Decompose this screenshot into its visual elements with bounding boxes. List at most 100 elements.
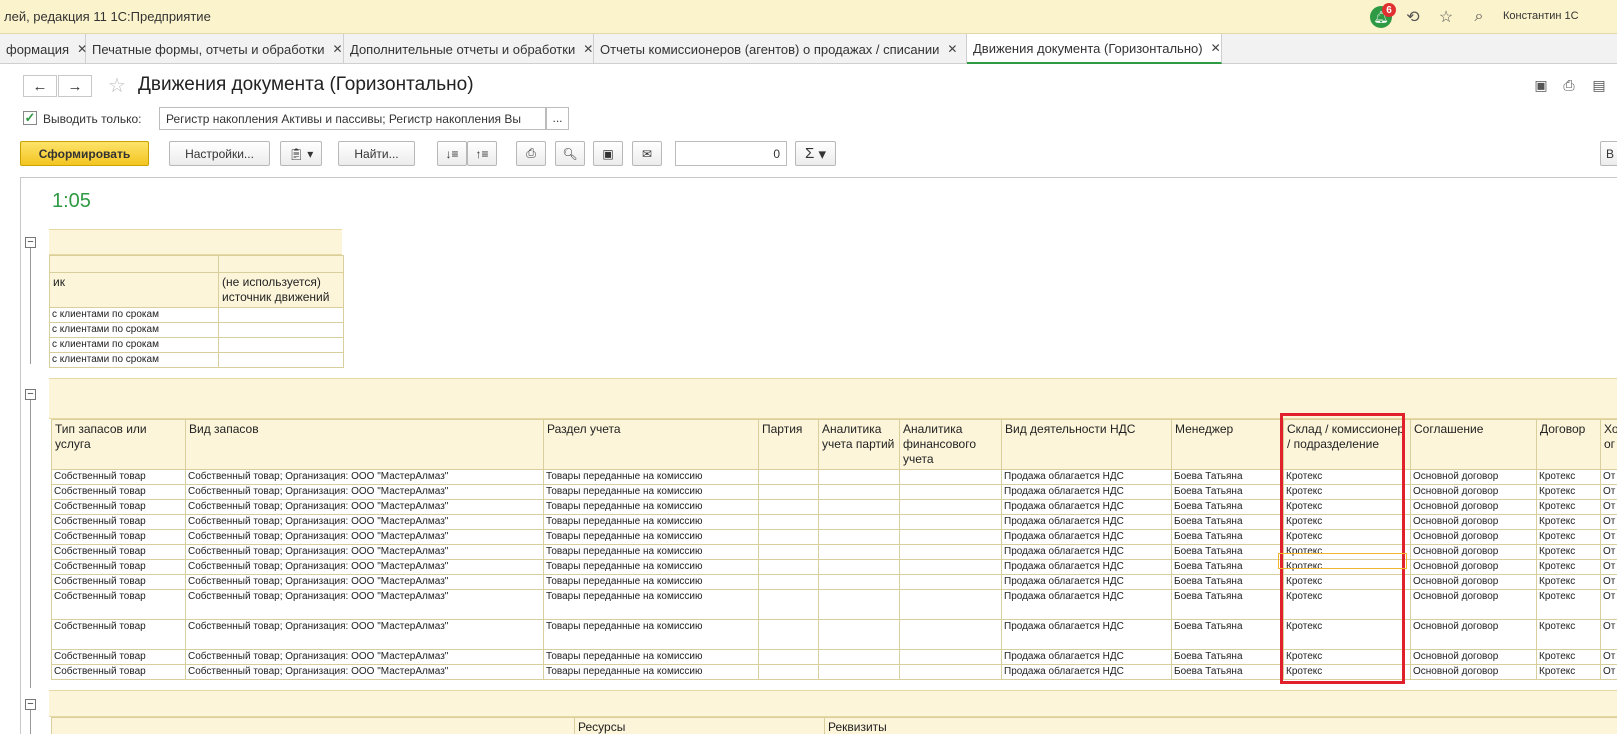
table-cell[interactable]: Товары переданные на комиссию [543, 589, 759, 620]
user-name[interactable]: Константин 1С [1503, 10, 1579, 22]
preview-icon[interactable]: 🔍︎ [555, 141, 585, 166]
collapse-group-icon[interactable]: − [25, 389, 36, 400]
table-cell[interactable]: Боева Татьяна [1171, 514, 1284, 530]
sum-field[interactable]: 0 [675, 141, 787, 166]
search-icon[interactable]: ⌕ [1469, 7, 1489, 27]
history-icon[interactable]: ⟲ [1403, 7, 1423, 27]
table-cell[interactable] [818, 559, 900, 575]
table-cell[interactable] [899, 514, 1002, 530]
registers-filter-more-button[interactable]: ... [546, 107, 569, 130]
sum-dropdown-button[interactable]: Σ ▾ [795, 141, 836, 166]
table-cell[interactable]: Боева Татьяна [1171, 559, 1284, 575]
collapse-group-icon[interactable]: − [25, 237, 36, 248]
more-icon[interactable]: ▤ [1590, 76, 1608, 94]
tab-document-movements[interactable]: Движения документа (Горизонтально) ✕ [967, 34, 1222, 64]
print-icon[interactable]: ⎙ [516, 141, 546, 166]
table-cell[interactable] [818, 484, 900, 500]
table-cell[interactable] [899, 664, 1002, 680]
table-cell[interactable]: От [1600, 484, 1617, 500]
table-cell[interactable]: Боева Татьяна [1171, 499, 1284, 515]
table-cell[interactable] [818, 574, 900, 590]
table-cell[interactable] [758, 574, 819, 590]
table-cell[interactable] [818, 544, 900, 560]
close-icon[interactable]: ✕ [333, 42, 343, 56]
table-cell[interactable]: Продажа облагается НДС [1001, 574, 1172, 590]
table-cell[interactable]: Товары переданные на комиссию [543, 544, 759, 560]
table-cell[interactable]: Собственный товар [51, 529, 186, 545]
table-cell[interactable] [899, 544, 1002, 560]
variant-dropdown-button[interactable]: 📋︎ ▾ [280, 141, 322, 166]
more-actions-button[interactable]: В [1600, 141, 1617, 166]
table-cell[interactable]: Собственный товар; Организация: ООО "Мас… [185, 559, 544, 575]
collapse-group-icon[interactable]: − [25, 699, 36, 710]
table-cell[interactable]: Собственный товар; Организация: ООО "Мас… [185, 484, 544, 500]
table-cell[interactable]: Товары переданные на комиссию [543, 529, 759, 545]
email-icon[interactable]: ✉ [632, 141, 662, 166]
favorite-star-icon[interactable]: ☆ [108, 73, 126, 98]
tab-additional-reports[interactable]: Дополнительные отчеты и обработки ✕ [344, 34, 594, 64]
table-cell[interactable]: Кротекс [1536, 649, 1601, 665]
table-cell[interactable]: Собственный товар; Организация: ООО "Мас… [185, 499, 544, 515]
table-cell[interactable] [818, 469, 900, 485]
table-cell[interactable]: Собственный товар; Организация: ООО "Мас… [185, 514, 544, 530]
table-cell[interactable]: Кротекс [1536, 514, 1601, 530]
table-cell[interactable]: Собственный товар [51, 619, 186, 650]
table-cell[interactable]: Товары переданные на комиссию [543, 619, 759, 650]
print-icon[interactable]: ⎙ [1560, 76, 1578, 94]
table-cell[interactable]: Кротекс [1536, 469, 1601, 485]
table-cell[interactable]: Собственный товар; Организация: ООО "Мас… [185, 649, 544, 665]
table-cell[interactable]: Продажа облагается НДС [1001, 559, 1172, 575]
table-cell[interactable]: Основной договор [1410, 499, 1537, 515]
table-cell[interactable] [899, 499, 1002, 515]
table-cell[interactable] [758, 484, 819, 500]
close-icon[interactable]: ✕ [583, 42, 593, 56]
table-cell[interactable]: Собственный товар; Организация: ООО "Мас… [185, 589, 544, 620]
table-cell[interactable]: Кротекс [1536, 559, 1601, 575]
table-cell[interactable]: Кротекс [1536, 574, 1601, 590]
table-cell[interactable]: Собственный товар; Организация: ООО "Мас… [185, 529, 544, 545]
table-cell[interactable]: От [1600, 574, 1617, 590]
table-cell[interactable]: Кротекс [1536, 544, 1601, 560]
table-cell[interactable]: От [1600, 544, 1617, 560]
selected-cell[interactable] [1278, 553, 1407, 569]
table-cell[interactable]: Боева Татьяна [1171, 484, 1284, 500]
tab-commissioner-reports[interactable]: Отчеты комиссионеров (агентов) о продажа… [594, 34, 967, 64]
table-cell[interactable] [758, 649, 819, 665]
table-cell[interactable] [899, 469, 1002, 485]
table-cell[interactable] [818, 499, 900, 515]
table-cell[interactable]: Продажа облагается НДС [1001, 529, 1172, 545]
table-cell[interactable]: От [1600, 664, 1617, 680]
table-cell[interactable]: Боева Татьяна [1171, 529, 1284, 545]
table-cell[interactable]: Боева Татьяна [1171, 664, 1284, 680]
save-icon[interactable]: ▣ [1532, 76, 1550, 94]
table-cell[interactable]: Продажа облагается НДС [1001, 484, 1172, 500]
table-cell[interactable] [899, 529, 1002, 545]
table-cell[interactable]: Боева Татьяна [1171, 619, 1284, 650]
table-cell[interactable]: От [1600, 469, 1617, 485]
table-cell[interactable]: Основной договор [1410, 484, 1537, 500]
table-cell[interactable] [758, 664, 819, 680]
table-cell[interactable]: Собственный товар [51, 469, 186, 485]
table-cell[interactable]: Собственный товар [51, 589, 186, 620]
table-cell[interactable]: От [1600, 589, 1617, 620]
table-cell[interactable]: Продажа облагается НДС [1001, 619, 1172, 650]
table-cell[interactable]: Собственный товар [51, 649, 186, 665]
close-icon[interactable]: ✕ [947, 42, 957, 56]
table-cell[interactable]: Собственный товар; Организация: ООО "Мас… [185, 544, 544, 560]
sort-ascending-icon[interactable]: ↑≡ [467, 141, 497, 166]
table-cell[interactable]: Боева Татьяна [1171, 589, 1284, 620]
table-cell[interactable] [818, 619, 900, 650]
table-cell[interactable]: Товары переданные на комиссию [543, 484, 759, 500]
table-cell[interactable]: Основной договор [1410, 469, 1537, 485]
table-cell[interactable]: От [1600, 529, 1617, 545]
table-cell[interactable] [818, 649, 900, 665]
table-cell[interactable] [758, 499, 819, 515]
table-cell[interactable]: Боева Татьяна [1171, 544, 1284, 560]
table-cell[interactable]: Товары переданные на комиссию [543, 469, 759, 485]
table-cell[interactable] [758, 589, 819, 620]
table-cell[interactable]: От [1600, 619, 1617, 650]
table-cell[interactable]: Кротекс [1536, 619, 1601, 650]
table-cell[interactable]: Основной договор [1410, 574, 1537, 590]
table-cell[interactable] [758, 469, 819, 485]
table-cell[interactable]: Кротекс [1536, 499, 1601, 515]
